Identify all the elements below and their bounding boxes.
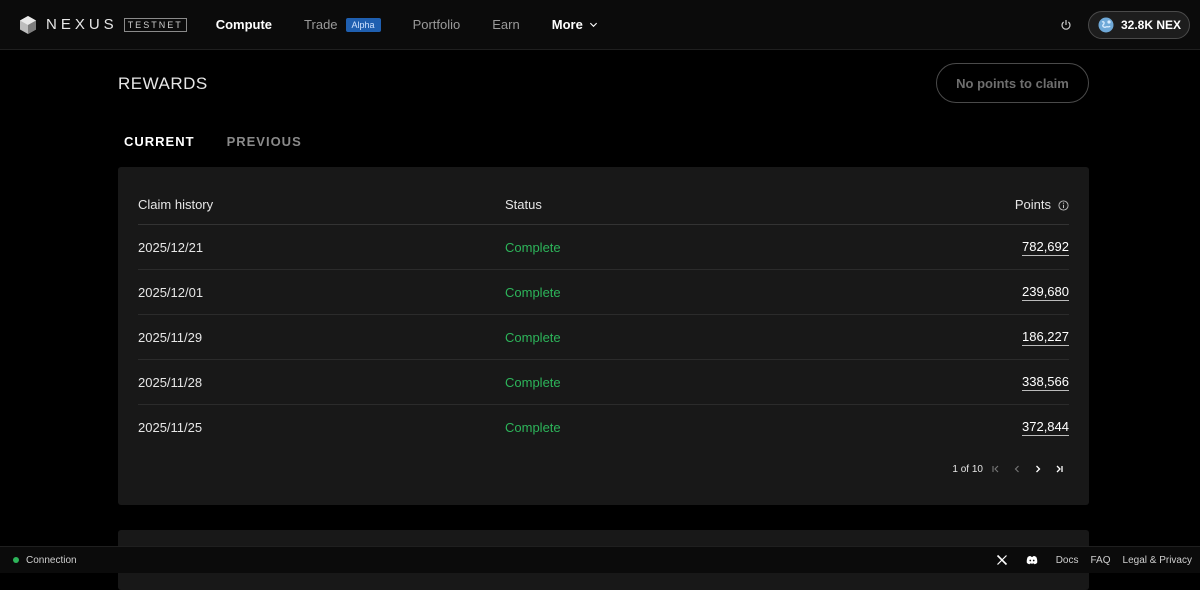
power-icon[interactable] (1060, 19, 1072, 31)
row-status: Complete (505, 374, 561, 390)
pagination: 1 of 10 (952, 463, 1067, 475)
column-status: Status (505, 197, 542, 212)
globe-icon (1098, 17, 1114, 32)
chevron-down-icon (589, 22, 597, 28)
page-indicator: 1 of 10 (952, 463, 983, 475)
nav-earn-label: Earn (492, 17, 520, 32)
first-page-button[interactable] (988, 463, 1004, 475)
row-points[interactable]: 372,844 (1022, 419, 1069, 436)
row-points[interactable]: 186,227 (1022, 329, 1069, 346)
info-icon[interactable] (1058, 200, 1069, 211)
nav-links: Compute Trade Alpha Portfolio Earn More (216, 17, 630, 32)
column-claim-history: Claim history (138, 197, 214, 212)
table-row: 2025/11/29 Complete 186,227 (138, 315, 1069, 360)
tabs: CURRENT PREVIOUS (124, 134, 334, 149)
footer: Connection Docs FAQ Legal & Privacy (0, 546, 1200, 573)
prev-page-icon (1014, 465, 1019, 473)
prev-page-button[interactable] (1009, 463, 1025, 475)
row-date: 2025/11/29 (138, 329, 203, 345)
nav-portfolio-label: Portfolio (412, 17, 461, 32)
table-row: 2025/11/25 Complete 372,844 (138, 405, 1069, 450)
row-points[interactable]: 338,566 (1022, 374, 1069, 391)
discord-icon[interactable] (1026, 554, 1038, 566)
connection-label: Connection (26, 554, 77, 566)
nexus-logo-icon (20, 15, 36, 34)
brand-name: NEXUS (46, 16, 118, 33)
wallet-balance: 32.8K NEX (1120, 17, 1181, 32)
row-points[interactable]: 239,680 (1022, 284, 1069, 301)
wallet-button[interactable]: 32.8K NEX (1087, 10, 1190, 39)
row-status: Complete (505, 329, 561, 345)
table-row: 2025/11/28 Complete 338,566 (138, 360, 1069, 405)
row-status: Complete (505, 284, 561, 300)
row-date: 2025/12/01 (138, 284, 204, 300)
claim-history-card: Claim history Status Points 2025/12/21 C… (118, 167, 1089, 505)
brand[interactable]: NEXUS TESTNET (18, 15, 187, 35)
alpha-badge: Alpha (345, 17, 381, 32)
row-date: 2025/11/28 (138, 374, 203, 390)
nav-more[interactable]: More (552, 17, 598, 32)
next-page-icon (1036, 465, 1041, 473)
docs-link[interactable]: Docs (1056, 555, 1079, 566)
last-page-button[interactable] (1051, 463, 1067, 475)
last-page-icon (1056, 465, 1063, 473)
column-points-label: Points (1014, 197, 1051, 212)
nav-compute[interactable]: Compute (216, 17, 272, 32)
testnet-badge: TESTNET (123, 17, 187, 32)
connection-status-dot (13, 557, 19, 563)
top-nav: NEXUS TESTNET Compute Trade Alpha Portfo… (0, 0, 1200, 50)
row-points[interactable]: 782,692 (1022, 239, 1069, 256)
legal-privacy-link[interactable]: Legal & Privacy (1123, 555, 1192, 566)
next-page-button[interactable] (1030, 463, 1046, 475)
nav-trade[interactable]: Trade Alpha (304, 17, 381, 32)
table-body: 2025/12/21 Complete 782,692 2025/12/01 C… (138, 225, 1069, 450)
row-status: Complete (505, 420, 561, 435)
x-logo-icon[interactable] (996, 554, 1008, 566)
row-status: Complete (505, 239, 561, 255)
tab-previous[interactable]: PREVIOUS (227, 134, 302, 149)
column-points: Points (805, 197, 1069, 224)
nav-earn[interactable]: Earn (492, 17, 519, 32)
table-row: 2025/12/21 Complete 782,692 (138, 225, 1069, 270)
nav-right: 32.8K NEX (1060, 10, 1190, 39)
page-title: REWARDS (118, 74, 208, 93)
row-date: 2025/12/21 (138, 239, 204, 255)
table-header: Claim history Status Points (138, 197, 1069, 225)
tab-current[interactable]: CURRENT (124, 134, 195, 149)
footer-links: Docs FAQ Legal & Privacy (996, 554, 1192, 566)
nav-portfolio[interactable]: Portfolio (413, 17, 461, 32)
row-date: 2025/11/25 (138, 420, 203, 435)
nav-more-label: More (551, 17, 583, 32)
first-page-icon (992, 465, 999, 473)
claim-points-button[interactable]: No points to claim (936, 63, 1089, 103)
table-row: 2025/12/01 Complete 239,680 (138, 270, 1069, 315)
nav-trade-label: Trade (304, 17, 338, 32)
nav-compute-label: Compute (215, 17, 273, 32)
faq-link[interactable]: FAQ (1091, 555, 1111, 566)
